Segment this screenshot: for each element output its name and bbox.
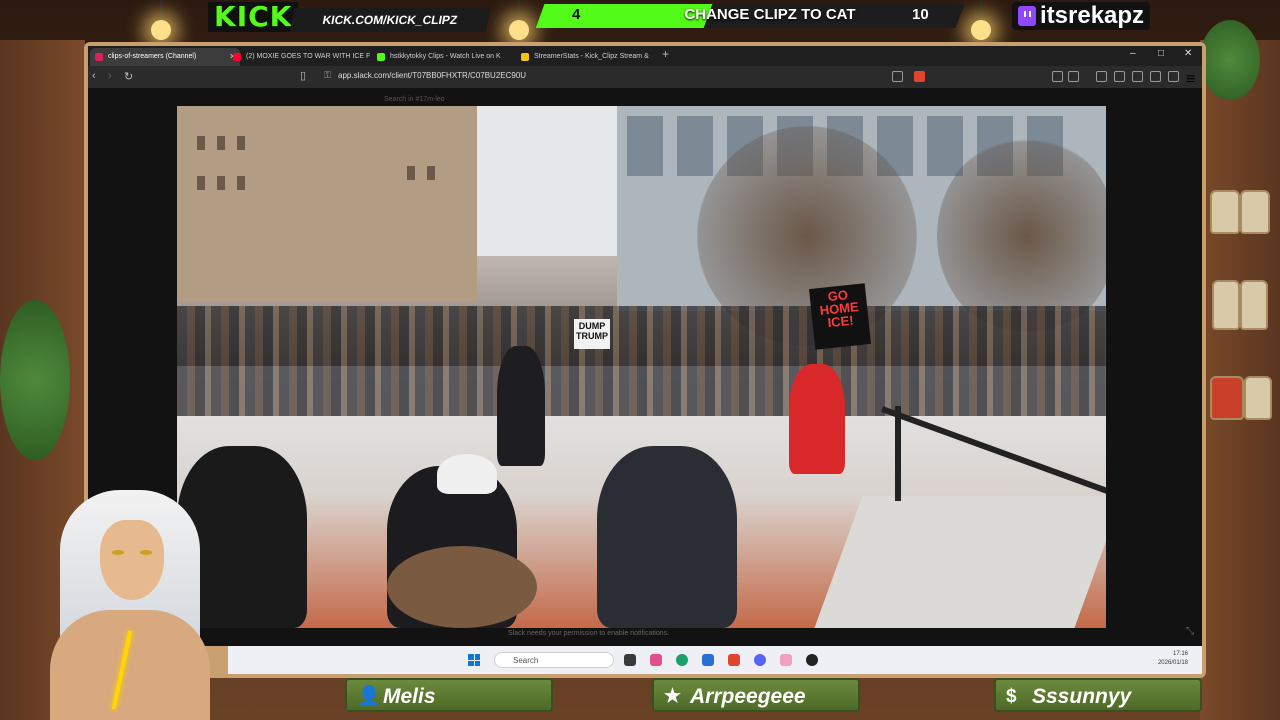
tab-bar: clips-of-streamers (Channel) ✕ (2) MOXIE… (88, 46, 1202, 66)
discord-icon[interactable] (754, 654, 766, 666)
windows-start-icon[interactable] (468, 654, 480, 666)
jar (1210, 190, 1240, 234)
notification-toast[interactable]: Slack needs your permission to enable no… (508, 630, 669, 637)
sidebar-icon[interactable] (1114, 71, 1125, 82)
url-text[interactable]: app.slack.com/client/T07BB0FHXTR/C07BU2E… (338, 71, 526, 80)
minimize-button[interactable]: – (1130, 48, 1136, 59)
clock-time: 17:16 (1172, 651, 1188, 657)
brave-icon[interactable] (728, 654, 740, 666)
extension-icon[interactable] (1150, 71, 1161, 82)
person-parka (597, 446, 737, 628)
chart-icon (521, 53, 529, 61)
concrete-planter (811, 496, 1106, 628)
goal-max: 10 (912, 6, 929, 23)
white-helmet (437, 454, 497, 494)
jar (1244, 376, 1272, 420)
brave-shield-icon[interactable] (914, 71, 925, 82)
tab-streamerstats[interactable]: StreamerStats - Kick_Clipz Stream & (516, 48, 672, 66)
clock-date: 2026/01/18 (1157, 660, 1188, 666)
browser-window: clips-of-streamers (Channel) ✕ (2) MOXIE… (88, 46, 1202, 646)
extension-icon[interactable] (1052, 71, 1063, 82)
railing-post (895, 406, 901, 501)
kick-logo: KICK (208, 2, 299, 32)
forward-icon[interactable]: › (108, 70, 112, 82)
tab-label: StreamerStats - Kick_Clipz Stream & (534, 53, 649, 60)
taskview-icon[interactable] (624, 654, 636, 666)
address-bar: ‹ › ↻ ▯ ⚿ app.slack.com/client/T07BB0FHX… (88, 66, 1202, 88)
reload-icon[interactable]: ↻ (124, 70, 133, 83)
tab-youtube[interactable]: (2) MOXIE GOES TO WAR WITH ICE F (228, 48, 384, 66)
nameplate-subscriber: ★ Arrpeegeee (652, 678, 860, 712)
taskbar-search[interactable]: Search (494, 652, 614, 668)
kick-icon (377, 53, 385, 61)
tab-label: clips-of-streamers (Channel) (108, 53, 197, 60)
building-left (177, 106, 477, 301)
jar (1240, 280, 1268, 330)
windows-taskbar: ⚲ Search 17:16 2026/01/18 (228, 646, 1202, 674)
stream-top-overlay: KICK KICK.COM/KICK_CLIPZ 4 CHANGE CLIPZ … (0, 0, 1280, 38)
crowd (177, 306, 1106, 416)
obs-icon[interactable] (806, 654, 818, 666)
twitch-icon (1018, 6, 1036, 26)
vpn-icon[interactable] (1168, 71, 1179, 82)
back-icon[interactable]: ‹ (92, 70, 96, 82)
plant-left (0, 300, 70, 460)
video-player[interactable]: GO HOME ICE! DUMP TRUMP (177, 106, 1106, 628)
avatar-eye (112, 550, 124, 555)
twitch-badge: itsrekapz (1012, 2, 1151, 30)
app-icon[interactable] (650, 654, 662, 666)
nameplate-donor: $ Sssunnyy (994, 678, 1202, 712)
nameplate-follower: 👤 Melis (345, 678, 553, 712)
jar (1240, 190, 1270, 234)
maximize-button[interactable]: □ (1158, 48, 1164, 59)
slack-content: Search in #17m-leo GO HOME ICE! DUMP TRU… (88, 88, 1202, 646)
jar (1210, 376, 1244, 420)
protest-sign-small: DUMP TRUMP (574, 319, 610, 349)
app-icon[interactable] (780, 654, 792, 666)
taskbar-clock[interactable]: 17:16 2026/01/18 (1158, 650, 1188, 668)
extension-icon[interactable] (1132, 71, 1143, 82)
menu-icon[interactable]: ≡ (1186, 71, 1195, 88)
collapse-icon[interactable]: ⤡ (1186, 626, 1194, 637)
plate-label: Arrpeegeee (690, 685, 806, 708)
goal-current: 4 (572, 6, 581, 23)
plate-label: Melis (383, 685, 436, 708)
kick-url: KICK.COM/KICK_CLIPZ (289, 8, 491, 32)
edge-icon[interactable] (676, 654, 688, 666)
tab-kick[interactable]: hstkkytokky Clips - Watch Live on K (372, 48, 528, 66)
slack-search[interactable]: Search in #17m-leo (384, 96, 445, 103)
slack-icon (95, 53, 103, 61)
tab-slack[interactable]: clips-of-streamers (Channel) ✕ (90, 48, 240, 66)
share-icon[interactable] (892, 71, 903, 82)
person-hair (387, 546, 537, 628)
dollar-icon: $ (1006, 686, 1017, 707)
protester-red-coat (789, 364, 845, 474)
avatar-eye (140, 550, 152, 555)
star-icon: ★ (664, 686, 682, 707)
media-icon[interactable] (1096, 71, 1107, 82)
goal-text: CHANGE CLIPZ TO CAT (684, 6, 856, 23)
avatar-torso (50, 610, 210, 720)
plate-label: Sssunnyy (1032, 685, 1132, 708)
store-icon[interactable] (702, 654, 714, 666)
tab-label: (2) MOXIE GOES TO WAR WITH ICE F (246, 53, 371, 60)
jar (1212, 280, 1240, 330)
close-window-button[interactable]: ✕ (1184, 48, 1192, 59)
lock-icon: ⚿ (324, 70, 331, 80)
bookmark-icon[interactable]: ▯ (300, 69, 306, 82)
protester (497, 346, 545, 466)
twitch-name: itsrekapz (1040, 2, 1145, 29)
person-icon: 👤 (357, 686, 381, 707)
youtube-icon (233, 53, 241, 61)
vtuber-avatar (20, 480, 230, 720)
sky (477, 106, 617, 256)
tab-label: hstkkytokky Clips - Watch Live on K (390, 53, 501, 60)
new-tab-button[interactable]: + (662, 47, 669, 61)
protest-sign-main: GO HOME ICE! (808, 283, 872, 350)
avatar-face (100, 520, 164, 600)
extension-icon[interactable] (1068, 71, 1079, 82)
